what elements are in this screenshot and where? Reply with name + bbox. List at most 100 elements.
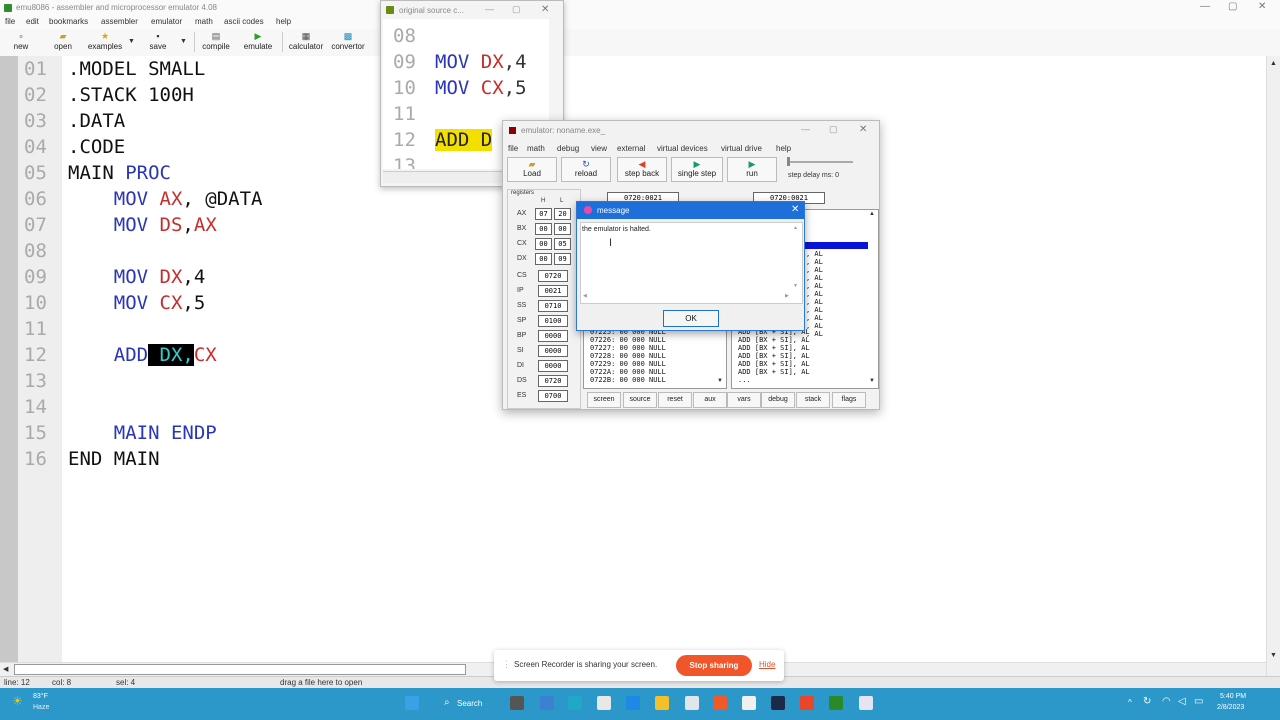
chevron-down-icon[interactable]: ▼ xyxy=(128,38,135,45)
weather-icon[interactable]: ☀ xyxy=(12,694,23,708)
reg-ss[interactable]: 0710 xyxy=(538,300,568,312)
scroll-down-icon[interactable]: ▼ xyxy=(793,283,798,289)
scroll-up-icon[interactable]: ▲ xyxy=(793,225,798,231)
step-delay-slider[interactable] xyxy=(787,161,853,163)
reg-cx-l[interactable]: 05 xyxy=(554,238,571,250)
app-icon[interactable] xyxy=(771,696,785,710)
flags-button[interactable]: flags xyxy=(832,392,866,408)
reg-ax-l[interactable]: 20 xyxy=(554,208,571,220)
ok-button[interactable]: OK xyxy=(663,310,719,327)
minimize-icon[interactable]: — xyxy=(485,4,494,14)
scroll-up-icon[interactable]: ▲ xyxy=(869,211,875,217)
debug-button[interactable]: debug xyxy=(761,392,795,408)
reg-ds[interactable]: 0720 xyxy=(538,375,568,387)
store-icon[interactable] xyxy=(597,696,611,710)
menu-file[interactable]: file xyxy=(5,17,15,26)
reg-bx-l[interactable]: 00 xyxy=(554,223,571,235)
emu-menu-math[interactable]: math xyxy=(527,144,545,153)
new-button[interactable]: ▫ new xyxy=(6,29,36,55)
menu-math[interactable]: math xyxy=(195,17,213,26)
reg-cx-h[interactable]: 00 xyxy=(535,238,552,250)
menu-bookmarks[interactable]: bookmarks xyxy=(49,17,88,26)
battery-icon[interactable]: ▭ xyxy=(1194,696,1203,707)
menu-help[interactable]: help xyxy=(276,17,291,26)
slider-thumb[interactable] xyxy=(787,157,790,166)
clock-time[interactable]: 5:40 PM xyxy=(1220,693,1246,700)
close-icon[interactable]: ✕ xyxy=(859,124,867,135)
vars-button[interactable]: vars xyxy=(727,392,761,408)
task-view-icon[interactable] xyxy=(510,696,524,710)
emu8086-icon[interactable] xyxy=(829,696,843,710)
menu-emulator[interactable]: emulator xyxy=(151,17,182,26)
app-icon[interactable] xyxy=(685,696,699,710)
screen-button[interactable]: screen xyxy=(587,392,621,408)
save-button[interactable]: ▪ save xyxy=(144,29,172,55)
scroll-down-icon[interactable]: ▼ xyxy=(869,378,875,384)
brave-icon[interactable] xyxy=(713,696,727,710)
reset-button[interactable]: reset xyxy=(658,392,692,408)
source-button[interactable]: source xyxy=(623,392,657,408)
reg-si[interactable]: 0000 xyxy=(538,345,568,357)
vertical-scrollbar[interactable]: ▲ ▼ xyxy=(1266,56,1280,676)
open-button[interactable]: ▰ open xyxy=(48,29,78,55)
emu-menu-virtual-drive[interactable]: virtual drive xyxy=(721,144,762,153)
widgets-icon[interactable] xyxy=(540,696,554,710)
reg-di[interactable]: 0000 xyxy=(538,360,568,372)
sync-icon[interactable]: ↻ xyxy=(1143,696,1151,707)
load-button[interactable]: ▰ Load xyxy=(507,157,557,182)
close-icon[interactable]: ✕ xyxy=(541,4,549,15)
stack-button[interactable]: stack xyxy=(796,392,830,408)
scroll-left-icon[interactable]: ◀ xyxy=(3,665,8,673)
minimize-icon[interactable]: — xyxy=(801,124,810,134)
brave-icon[interactable] xyxy=(800,696,814,710)
stop-sharing-button[interactable]: Stop sharing xyxy=(676,655,752,676)
menu-ascii-codes[interactable]: ascii codes xyxy=(224,17,264,26)
reg-ax-h[interactable]: 07 xyxy=(535,208,552,220)
taskbar-search[interactable]: Search xyxy=(457,699,482,708)
mail-icon[interactable] xyxy=(626,696,640,710)
volume-icon[interactable]: ◁ xyxy=(1178,696,1186,707)
menu-edit[interactable]: edit xyxy=(26,17,39,26)
wifi-icon[interactable]: ◠ xyxy=(1162,696,1171,707)
reg-dx-h[interactable]: 00 xyxy=(535,253,552,265)
scroll-right-icon[interactable]: ▶ xyxy=(785,293,789,299)
reg-cs[interactable]: 0720 xyxy=(538,270,568,282)
reg-bx-h[interactable]: 00 xyxy=(535,223,552,235)
step-back-button[interactable]: ◀ step back xyxy=(617,157,667,182)
file-explorer-icon[interactable] xyxy=(655,696,669,710)
aux-button[interactable]: aux xyxy=(693,392,727,408)
menu-assembler[interactable]: assembler xyxy=(101,17,138,26)
run-button[interactable]: ▶ run xyxy=(727,157,777,182)
hide-link[interactable]: Hide xyxy=(759,660,775,669)
chevron-down-icon[interactable]: ▼ xyxy=(180,38,187,45)
emu-menu-help[interactable]: help xyxy=(776,144,791,153)
maximize-icon[interactable]: ▢ xyxy=(1228,1,1237,12)
emu-menu-view[interactable]: view xyxy=(591,144,607,153)
emulate-button[interactable]: ▶ emulate xyxy=(240,29,276,55)
message-dialog[interactable]: message ✕ the emulator is halted. I ▲ ▼ … xyxy=(576,201,805,331)
scroll-left-icon[interactable]: ◀ xyxy=(583,293,587,299)
emu-menu-virtual-devices[interactable]: virtual devices xyxy=(657,144,708,153)
scroll-down-icon[interactable]: ▼ xyxy=(1270,652,1277,659)
reload-button[interactable]: ↻ reload xyxy=(561,157,611,182)
compile-button[interactable]: ▤ compile xyxy=(198,29,234,55)
reg-dx-l[interactable]: 09 xyxy=(554,253,571,265)
emu-menu-debug[interactable]: debug xyxy=(557,144,579,153)
emu-menu-file[interactable]: file xyxy=(508,144,518,153)
maximize-icon[interactable]: ▢ xyxy=(512,4,521,15)
close-icon[interactable]: ✕ xyxy=(1258,1,1266,12)
notepad-icon[interactable] xyxy=(742,696,756,710)
scroll-down-icon[interactable]: ▼ xyxy=(717,378,723,384)
scroll-thumb[interactable] xyxy=(14,664,466,675)
screen-recorder-icon[interactable] xyxy=(859,696,873,710)
calculator-button[interactable]: ▦ calculator xyxy=(286,29,326,55)
maximize-icon[interactable]: ▢ xyxy=(829,124,838,135)
reg-bp[interactable]: 0000 xyxy=(538,330,568,342)
start-icon[interactable] xyxy=(405,696,419,710)
scroll-up-icon[interactable]: ▲ xyxy=(1270,60,1277,67)
drag-handle-icon[interactable]: ⋮ xyxy=(502,659,511,670)
chevron-up-icon[interactable]: ^ xyxy=(1128,698,1132,707)
reg-es[interactable]: 0700 xyxy=(538,390,568,402)
edge-icon[interactable] xyxy=(568,696,582,710)
reg-ip[interactable]: 0021 xyxy=(538,285,568,297)
